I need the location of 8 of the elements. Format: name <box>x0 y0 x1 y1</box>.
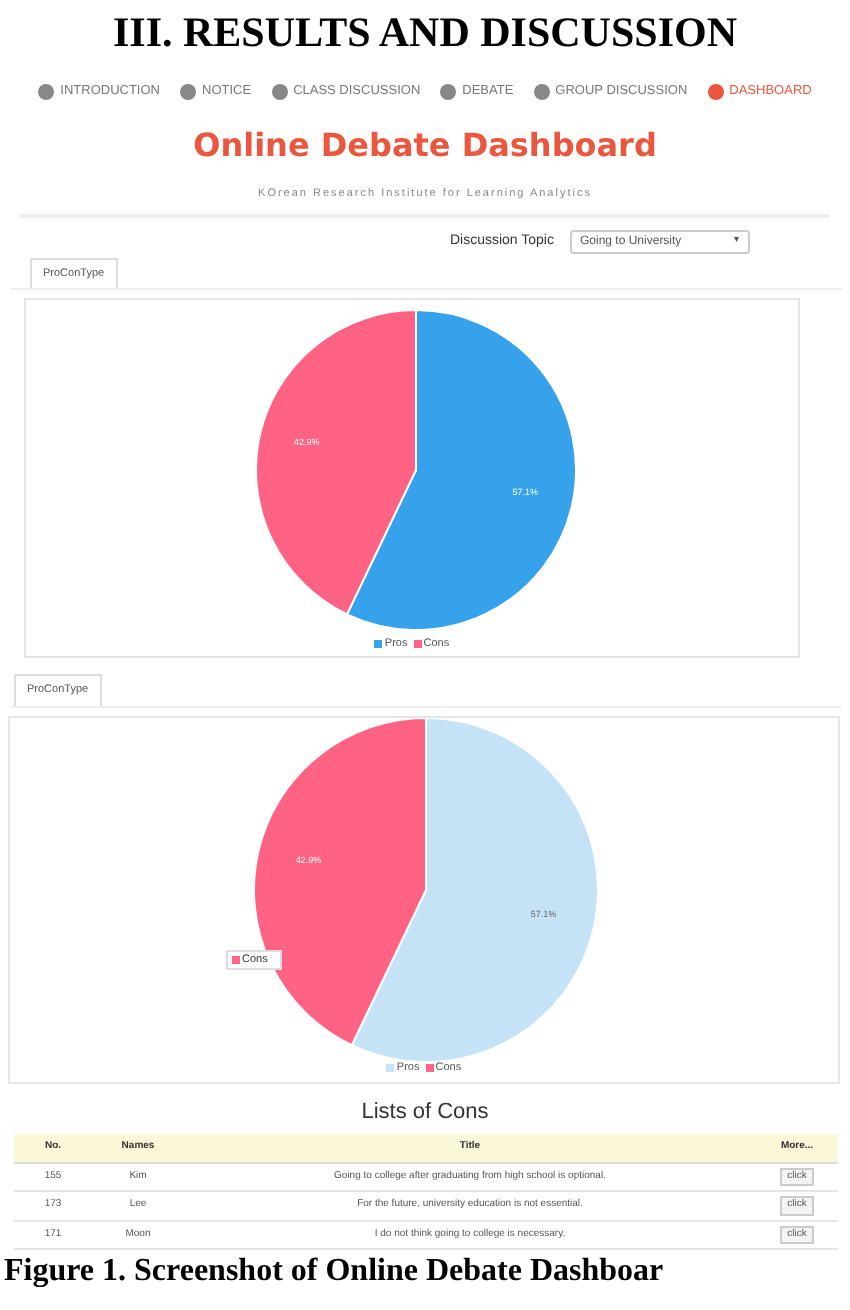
legend-swatch <box>425 1064 434 1073</box>
table-title: Lists of Cons <box>361 1097 489 1127</box>
figure-caption: Figure 1. Screenshot of Online Debate Dashboar <box>4 1256 664 1288</box>
legend-swatch <box>386 1064 395 1073</box>
legend-swatch <box>374 640 383 649</box>
page-title: Online Debate Dashboard <box>193 123 657 168</box>
legend-swatch <box>413 640 422 649</box>
section-heading: III. RESULTS AND DISCUSSION <box>112 12 738 54</box>
